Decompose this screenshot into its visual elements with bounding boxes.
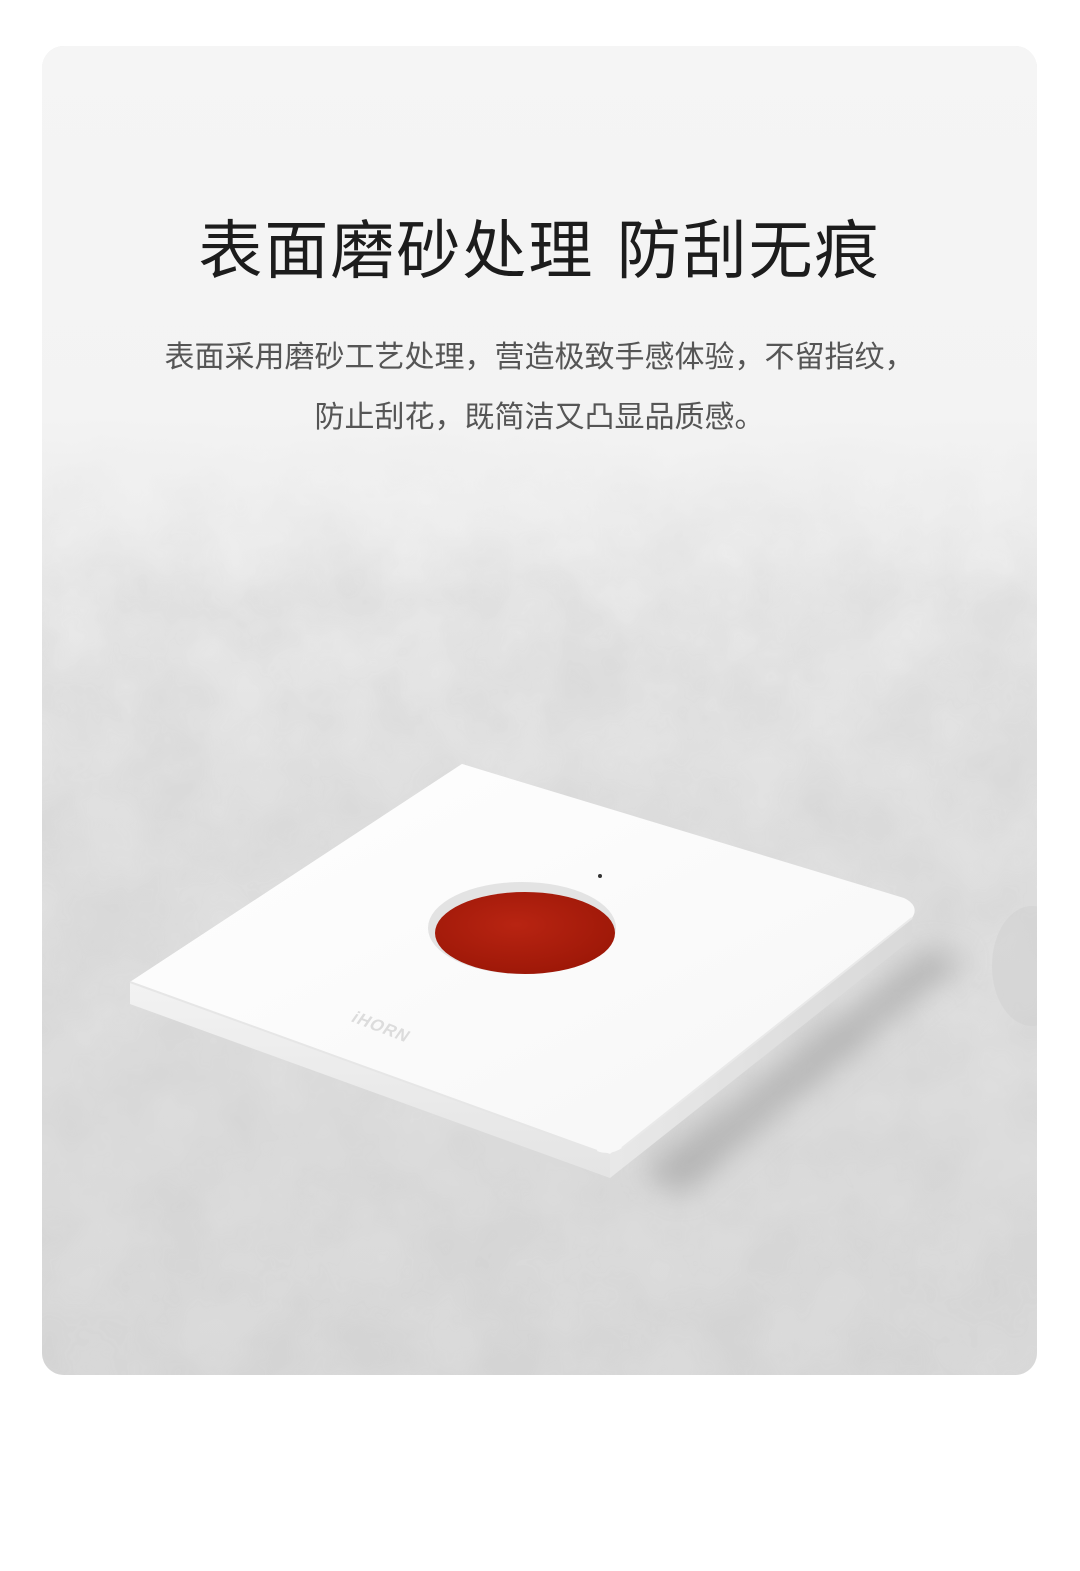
indicator-dot bbox=[598, 874, 602, 878]
emergency-button-red bbox=[435, 892, 615, 974]
feature-card: 表面磨砂处理 防刮无痕 表面采用磨砂工艺处理，营造极致手感体验，不留指纹， 防止… bbox=[42, 46, 1037, 1375]
product-illustration: iHORN bbox=[129, 764, 967, 1196]
